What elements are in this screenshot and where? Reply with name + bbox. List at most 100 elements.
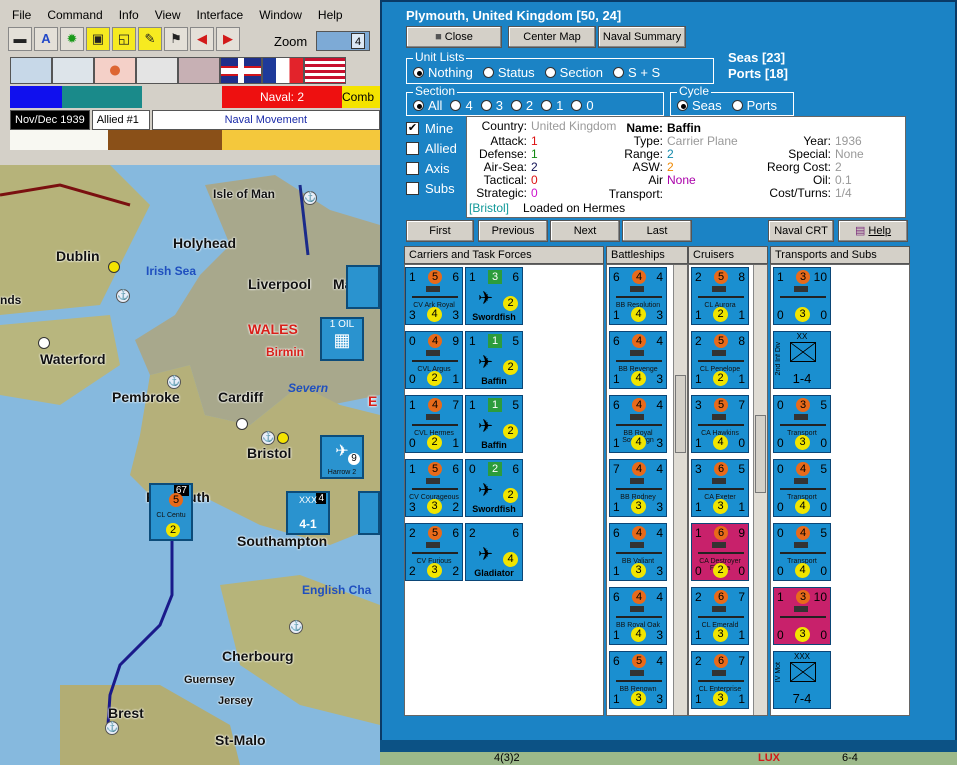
flag-china[interactable] <box>178 57 220 84</box>
air-unit-counter[interactable]: 0 2 6 ✈ 2 Swordfish <box>465 459 523 517</box>
map-unit-corps[interactable]: 4 XXX 4-1 <box>286 491 330 535</box>
menu-interface[interactable]: Interface <box>189 6 252 26</box>
cruisers-scrollbar[interactable] <box>753 265 767 715</box>
next-button[interactable]: Next <box>550 220 620 242</box>
scroll-thumb[interactable] <box>675 375 686 453</box>
checkbox[interactable] <box>406 141 419 155</box>
unit-counter[interactable]: 6 4 4 BB Resolution 1 4 3 <box>609 267 667 325</box>
close-button[interactable]: ■ Close <box>406 26 502 48</box>
filter-mine[interactable]: ✔ Mine <box>406 118 462 138</box>
unit-counter[interactable]: 1 5 6 CV Ark Royal 3 4 3 <box>405 267 463 325</box>
air-unit-counter[interactable]: 1 1 5 ✈ 2 Baffin <box>465 331 523 389</box>
transports-list[interactable]: 1 3 10 0 3 0 XX 2nd Inf Div 1-4 0 3 5 Transport 0 3 0 0 4… <box>770 264 910 716</box>
unit-counter[interactable]: 0 4 5 Transport 0 4 0 <box>773 523 831 581</box>
map-unit-edge[interactable] <box>346 265 380 309</box>
section-4[interactable]: 4 <box>450 98 473 113</box>
menu-file[interactable]: File <box>4 6 39 26</box>
frame-icon[interactable]: ▣ <box>86 27 110 51</box>
flag-japan-rays[interactable] <box>94 57 136 84</box>
section-1[interactable]: 1 <box>541 98 563 113</box>
air-unit-counter[interactable]: 1 3 6 ✈ 2 Swordfish <box>465 267 523 325</box>
flag-icon[interactable]: ⚑ <box>164 27 188 51</box>
tank-icon[interactable]: ▬ <box>8 27 32 51</box>
section-0[interactable]: 0 <box>571 98 594 113</box>
unit-counter[interactable]: 3 5 7 CA Hawkins 1 4 0 <box>691 395 749 453</box>
unit-counter[interactable]: 6 5 4 BB Renown 1 3 3 <box>609 651 667 709</box>
unit-counter[interactable]: 1 4 7 CVL Hermes 0 2 1 <box>405 395 463 453</box>
cycle-seas[interactable]: Seas <box>677 98 722 113</box>
unit-counter[interactable]: 644BB Royal Sovereign143 <box>609 395 667 453</box>
unit-counter[interactable]: 0 4 9 CVL Argus 0 2 1 <box>405 331 463 389</box>
flag-neutral-3[interactable] <box>136 57 178 84</box>
carriers-list[interactable]: 1 5 6 CV Ark Royal 3 4 3 0 4 9 CVL Argus 0 2 1 1 4 7 CVL … <box>404 264 604 716</box>
cycle-ports[interactable]: Ports <box>731 98 777 113</box>
unit-counter[interactable]: 6 4 4 BB Revenge 1 4 3 <box>609 331 667 389</box>
cruisers-list[interactable]: 2 5 8 CL Aurora 1 2 1 2 5 8 CL Penelope 1 2 1 3 5 7 CA Ha… <box>688 264 768 716</box>
unit-counter[interactable]: 6 4 4 BB Valiant 1 3 3 <box>609 523 667 581</box>
naval-crt-button[interactable]: Naval CRT <box>768 220 834 242</box>
battleships-scrollbar[interactable] <box>673 265 687 715</box>
unit-counter[interactable]: 6 4 4 BB Royal Oak 1 4 3 <box>609 587 667 645</box>
page-icon[interactable]: ◱ <box>112 27 136 51</box>
first-button[interactable]: First <box>406 220 474 242</box>
flag-neutral-2[interactable] <box>52 57 94 84</box>
center-map-button[interactable]: Center Map <box>508 26 596 48</box>
menu-view[interactable]: View <box>147 6 189 26</box>
checkbox[interactable] <box>406 161 419 175</box>
unit-counter[interactable]: 1 3 10 0 3 0 <box>773 267 831 325</box>
unit-counter[interactable]: 1 3 10 0 3 0 <box>773 587 831 645</box>
unit-counter[interactable]: 169CA Destroyer Flotilla020 <box>691 523 749 581</box>
arrow-left-icon[interactable]: ◀ <box>190 27 214 51</box>
map-oil-counter[interactable]: 1 OIL ▦ <box>320 317 364 361</box>
previous-button[interactable]: Previous <box>478 220 548 242</box>
help-button[interactable]: ▤ Help <box>838 220 908 242</box>
unit-list-s-plus-s[interactable]: S + S <box>613 65 660 80</box>
last-button[interactable]: Last <box>622 220 692 242</box>
unit-counter[interactable]: 2 5 8 CL Penelope 1 2 1 <box>691 331 749 389</box>
unit-counter[interactable]: 0 3 5 Transport 0 3 0 <box>773 395 831 453</box>
arrow-right-icon[interactable]: ▶ <box>216 27 240 51</box>
menu-info[interactable]: Info <box>111 6 147 26</box>
unit-list-section[interactable]: Section <box>544 65 603 80</box>
naval-summary-button[interactable]: Naval Summary <box>598 26 686 48</box>
map-unit-plymouth-cruiser[interactable]: 67 5 CL Centu 2 <box>149 483 193 541</box>
unit-counter[interactable]: 2 6 7 CL Enterprise 1 3 1 <box>691 651 749 709</box>
flag-uk[interactable] <box>220 57 262 84</box>
flag-usa[interactable] <box>304 57 346 84</box>
unit-counter[interactable]: 3 6 5 CA Exeter 1 3 1 <box>691 459 749 517</box>
unit-counter[interactable]: 2 5 6 CV Furious 2 3 2 <box>405 523 463 581</box>
unit-counter[interactable]: XXX IV Mot 7-4 <box>773 651 831 709</box>
unit-counter[interactable]: 0 4 5 Transport 0 4 0 <box>773 459 831 517</box>
air-unit-counter[interactable]: 1 1 5 ✈ 2 Baffin <box>465 395 523 453</box>
filter-allied[interactable]: Allied <box>406 138 462 158</box>
section-2[interactable]: 2 <box>510 98 533 113</box>
pen-icon[interactable]: ✎ <box>138 27 162 51</box>
unit-counter[interactable]: 7 4 4 BB Rodney 1 3 3 <box>609 459 667 517</box>
battleships-list[interactable]: 6 4 4 BB Resolution 1 4 3 6 4 4 BB Revenge 1 4 3 6 4 4 BB… <box>606 264 688 716</box>
air-unit-counter[interactable]: 2 6 ✈ 4 Gladiator <box>465 523 523 581</box>
checkbox[interactable] <box>406 181 419 195</box>
unit-list-status[interactable]: Status <box>482 65 535 80</box>
filter-axis[interactable]: Axis <box>406 158 462 178</box>
checkbox-checked[interactable]: ✔ <box>406 121 419 135</box>
map-unit-edge-2[interactable] <box>358 491 380 535</box>
filter-subs[interactable]: Subs <box>406 178 462 198</box>
font-icon[interactable]: A <box>34 27 58 51</box>
flag-neutral-1[interactable] <box>10 57 52 84</box>
unit-counter[interactable]: 2 5 8 CL Aurora 1 2 1 <box>691 267 749 325</box>
menu-command[interactable]: Command <box>39 6 110 26</box>
zoom-slider-knob[interactable]: 4 <box>351 33 365 49</box>
hex-map[interactable]: Isle of Man Dublin Holyhead Irish Sea Li… <box>0 165 380 765</box>
scroll-thumb[interactable] <box>755 415 766 493</box>
unit-counter[interactable]: 1 5 6 CV Courageous 3 3 2 <box>405 459 463 517</box>
menu-window[interactable]: Window <box>251 6 310 26</box>
section-all[interactable]: All <box>413 98 442 113</box>
menu-help[interactable]: Help <box>310 6 351 26</box>
unit-counter[interactable]: 2 6 7 CL Emerald 1 3 1 <box>691 587 749 645</box>
section-3[interactable]: 3 <box>480 98 503 113</box>
gear-icon[interactable]: ✹ <box>60 27 84 51</box>
zoom-slider[interactable]: 4 <box>316 31 370 51</box>
unit-counter[interactable]: XX 2nd Inf Div 1-4 <box>773 331 831 389</box>
flag-france[interactable] <box>262 57 304 84</box>
unit-list-nothing[interactable]: Nothing <box>413 65 473 80</box>
